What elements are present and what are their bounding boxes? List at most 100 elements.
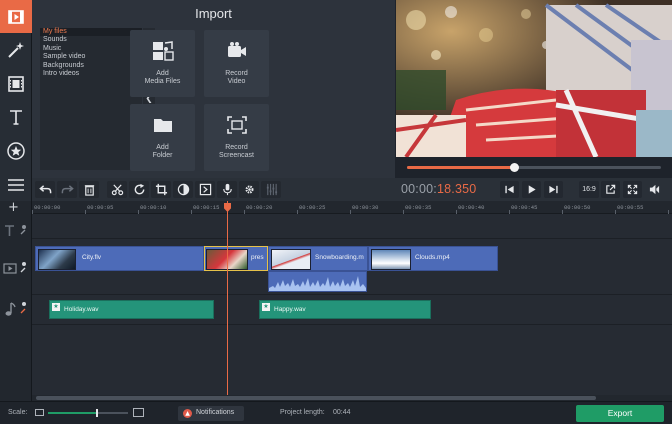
scale-slider-handle[interactable] <box>96 409 98 417</box>
ruler-tick: 00:00:20 <box>246 204 273 211</box>
titles-tool-button[interactable] <box>0 100 32 133</box>
crop-button[interactable] <box>151 181 171 198</box>
rotate-button[interactable] <box>129 181 149 198</box>
timecode-main: 00:00: <box>401 182 437 196</box>
transition-wizard-button[interactable] <box>195 181 215 198</box>
split-button[interactable] <box>107 181 127 198</box>
add-folder-label-2: Folder <box>152 152 173 159</box>
record-screencast-label-2: Screencast <box>218 152 255 159</box>
color-icon <box>177 183 189 196</box>
clip-label: Happy.wav <box>274 306 306 313</box>
import-tool-button[interactable] <box>0 0 32 33</box>
transitions-tool-button[interactable] <box>0 67 32 100</box>
gear-icon <box>245 185 253 194</box>
ruler-tick: 00:00:30 <box>352 204 379 211</box>
add-media-files-button[interactable]: Add Media Files <box>130 30 195 97</box>
film-strip-icon <box>8 75 24 92</box>
category-backgrounds[interactable]: Backgrounds <box>40 62 142 70</box>
clip-label: Snowboarding.m <box>315 254 364 261</box>
clip-thumbnail <box>271 249 311 270</box>
zoom-out-icon[interactable] <box>35 409 44 416</box>
redo-button[interactable] <box>57 181 77 198</box>
equalizer-button[interactable] <box>261 181 281 198</box>
fullscreen-button[interactable] <box>623 181 642 198</box>
ruler-tick: 00:00:50 <box>564 204 591 211</box>
clip-thumbnail <box>371 249 411 270</box>
time-ruler[interactable]: 00:00:00 00:00:05 00:00:10 00:00:15 00:0… <box>32 201 672 214</box>
video-clip-presents[interactable]: pres <box>204 246 268 271</box>
plus-icon: + <box>8 200 19 215</box>
category-sounds[interactable]: Sounds <box>40 36 142 44</box>
detach-player-button[interactable] <box>601 181 620 198</box>
add-track-button[interactable]: + <box>8 200 19 215</box>
category-intro-videos[interactable]: Intro videos <box>40 70 142 78</box>
notifications-button[interactable]: ▲ Notifications <box>178 406 244 421</box>
add-media-label-1: Add <box>156 70 169 77</box>
next-frame-button[interactable] <box>544 181 563 198</box>
color-adjust-button[interactable] <box>173 181 193 198</box>
record-video-button[interactable]: Record Video <box>204 30 269 97</box>
ruler-tick: 00:00:25 <box>299 204 326 211</box>
skip-forward-icon <box>549 185 558 194</box>
audio-clip-holiday[interactable]: ★ Holiday.wav <box>49 300 214 319</box>
star-icon <box>7 141 25 160</box>
video-clip-clouds[interactable]: Clouds.mp4 <box>368 246 498 271</box>
zoom-in-icon[interactable] <box>133 408 144 417</box>
preview-scrub-handle[interactable] <box>509 163 519 172</box>
export-button[interactable]: Export <box>576 405 664 422</box>
ruler-tick: 00:00:00 <box>34 204 61 211</box>
category-sample-video[interactable]: Sample video <box>40 53 142 61</box>
add-folder-button[interactable]: Add Folder <box>130 104 195 171</box>
edit-toolbar <box>32 178 395 201</box>
category-music[interactable]: Music <box>40 45 142 53</box>
status-bar: Scale: ▲ Notifications Project length: 0… <box>0 401 672 424</box>
audio-track-header <box>3 301 29 323</box>
record-screencast-button[interactable]: Record Screencast <box>204 104 269 171</box>
more-tools-button[interactable] <box>0 168 32 201</box>
undo-button[interactable] <box>35 181 55 198</box>
record-video-label-1: Record <box>225 70 248 77</box>
delete-button[interactable] <box>79 181 99 198</box>
video-preview <box>396 0 672 157</box>
clip-properties-button[interactable] <box>239 181 259 198</box>
notifications-label: Notifications <box>196 409 235 416</box>
previous-frame-button[interactable] <box>500 181 519 198</box>
clip-label: City.flv <box>82 254 102 261</box>
text-icon <box>10 109 22 125</box>
record-audio-button[interactable] <box>217 181 237 198</box>
undo-icon <box>38 185 51 194</box>
title-track[interactable] <box>32 215 672 239</box>
bell-icon: ▲ <box>183 409 192 418</box>
category-my-files[interactable]: My files <box>40 28 142 37</box>
clip-label: pres <box>251 254 264 261</box>
video-clip-city[interactable]: City.flv <box>35 246 204 271</box>
crop-icon <box>155 183 167 196</box>
file-category-list: My files Sounds Music Sample video Backg… <box>40 28 142 170</box>
video-clip-snowboarding[interactable]: Snowboarding.m <box>268 246 368 271</box>
star-badge-icon: ★ <box>52 303 60 311</box>
timeline-scrollbar-thumb[interactable] <box>36 396 596 400</box>
play-icon <box>528 185 536 194</box>
magic-wand-icon <box>8 41 24 58</box>
play-button[interactable] <box>522 181 541 198</box>
trash-icon <box>84 185 94 196</box>
fullscreen-icon <box>627 184 638 195</box>
audio-clip-happy[interactable]: ★ Happy.wav <box>259 300 431 319</box>
video-track-icon <box>3 262 26 274</box>
detach-icon <box>606 184 616 194</box>
volume-icon <box>649 184 660 195</box>
star-badge-icon: ★ <box>262 303 270 311</box>
ruler-tick: 00:00:05 <box>87 204 114 211</box>
aspect-ratio-button[interactable]: 16:9 <box>579 181 599 198</box>
scale-label: Scale: <box>8 409 28 416</box>
filters-tool-button[interactable] <box>0 33 32 66</box>
rotate-icon <box>134 183 144 195</box>
linked-audio-clip[interactable] <box>268 271 367 292</box>
project-length-value: 00:44 <box>333 409 351 416</box>
volume-button[interactable] <box>645 181 664 198</box>
playback-timecode: 00:00:18.350 <box>401 182 476 196</box>
clip-label: Holiday.wav <box>64 306 99 313</box>
stickers-tool-button[interactable] <box>0 134 32 167</box>
preview-scrub-progress <box>407 166 514 169</box>
title-track-icon <box>5 225 26 236</box>
